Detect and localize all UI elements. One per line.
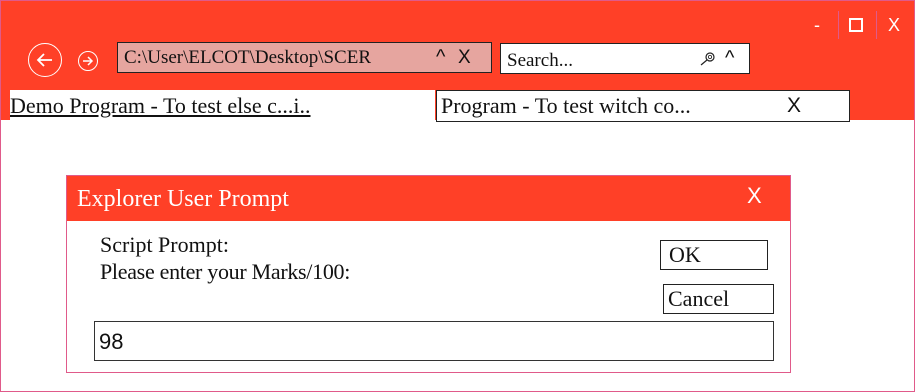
address-bar[interactable]: C:\User\ELCOT\Desktop\SCER ^ X bbox=[117, 42, 492, 73]
minimize-button[interactable]: - bbox=[800, 11, 834, 39]
back-arrow-icon bbox=[36, 53, 52, 67]
maximize-icon bbox=[849, 18, 863, 32]
search-icon[interactable] bbox=[697, 51, 717, 67]
maximize-button[interactable] bbox=[838, 11, 873, 39]
dialog-close-button[interactable]: X bbox=[747, 176, 762, 216]
tab-label: Demo Program - To test else c...i.. bbox=[10, 93, 311, 118]
marks-input[interactable]: 98 bbox=[94, 321, 774, 361]
address-clear-button[interactable]: X bbox=[458, 43, 471, 72]
tab-program-switch[interactable]: Program - To test witch co... X bbox=[436, 90, 850, 122]
cancel-button[interactable]: Cancel bbox=[663, 284, 774, 314]
address-value: C:\User\ELCOT\Desktop\SCER bbox=[124, 47, 371, 68]
dialog-title: Explorer User Prompt bbox=[77, 186, 289, 212]
close-window-button[interactable]: X bbox=[876, 11, 911, 39]
prompt-heading: Script Prompt: bbox=[100, 232, 229, 257]
search-input[interactable]: Search... ^ bbox=[500, 43, 750, 74]
dialog-titlebar: Explorer User Prompt X bbox=[67, 176, 790, 221]
forward-arrow-icon bbox=[83, 56, 94, 66]
ok-button[interactable]: OK bbox=[660, 240, 768, 270]
tab-close-button[interactable]: X bbox=[787, 91, 801, 120]
forward-button[interactable] bbox=[78, 51, 98, 71]
tab-label: Program - To test witch co... bbox=[441, 93, 691, 118]
back-button[interactable] bbox=[28, 43, 62, 77]
search-dropdown-button[interactable]: ^ bbox=[725, 41, 734, 75]
address-dropdown-button[interactable]: ^ bbox=[436, 43, 445, 72]
tab-demo-program[interactable]: Demo Program - To test else c...i.. bbox=[10, 90, 435, 122]
prompt-message: Please enter your Marks/100: bbox=[100, 259, 351, 284]
user-prompt-dialog: Explorer User Prompt X Script Prompt: Pl… bbox=[66, 175, 791, 373]
search-placeholder: Search... bbox=[507, 50, 573, 71]
